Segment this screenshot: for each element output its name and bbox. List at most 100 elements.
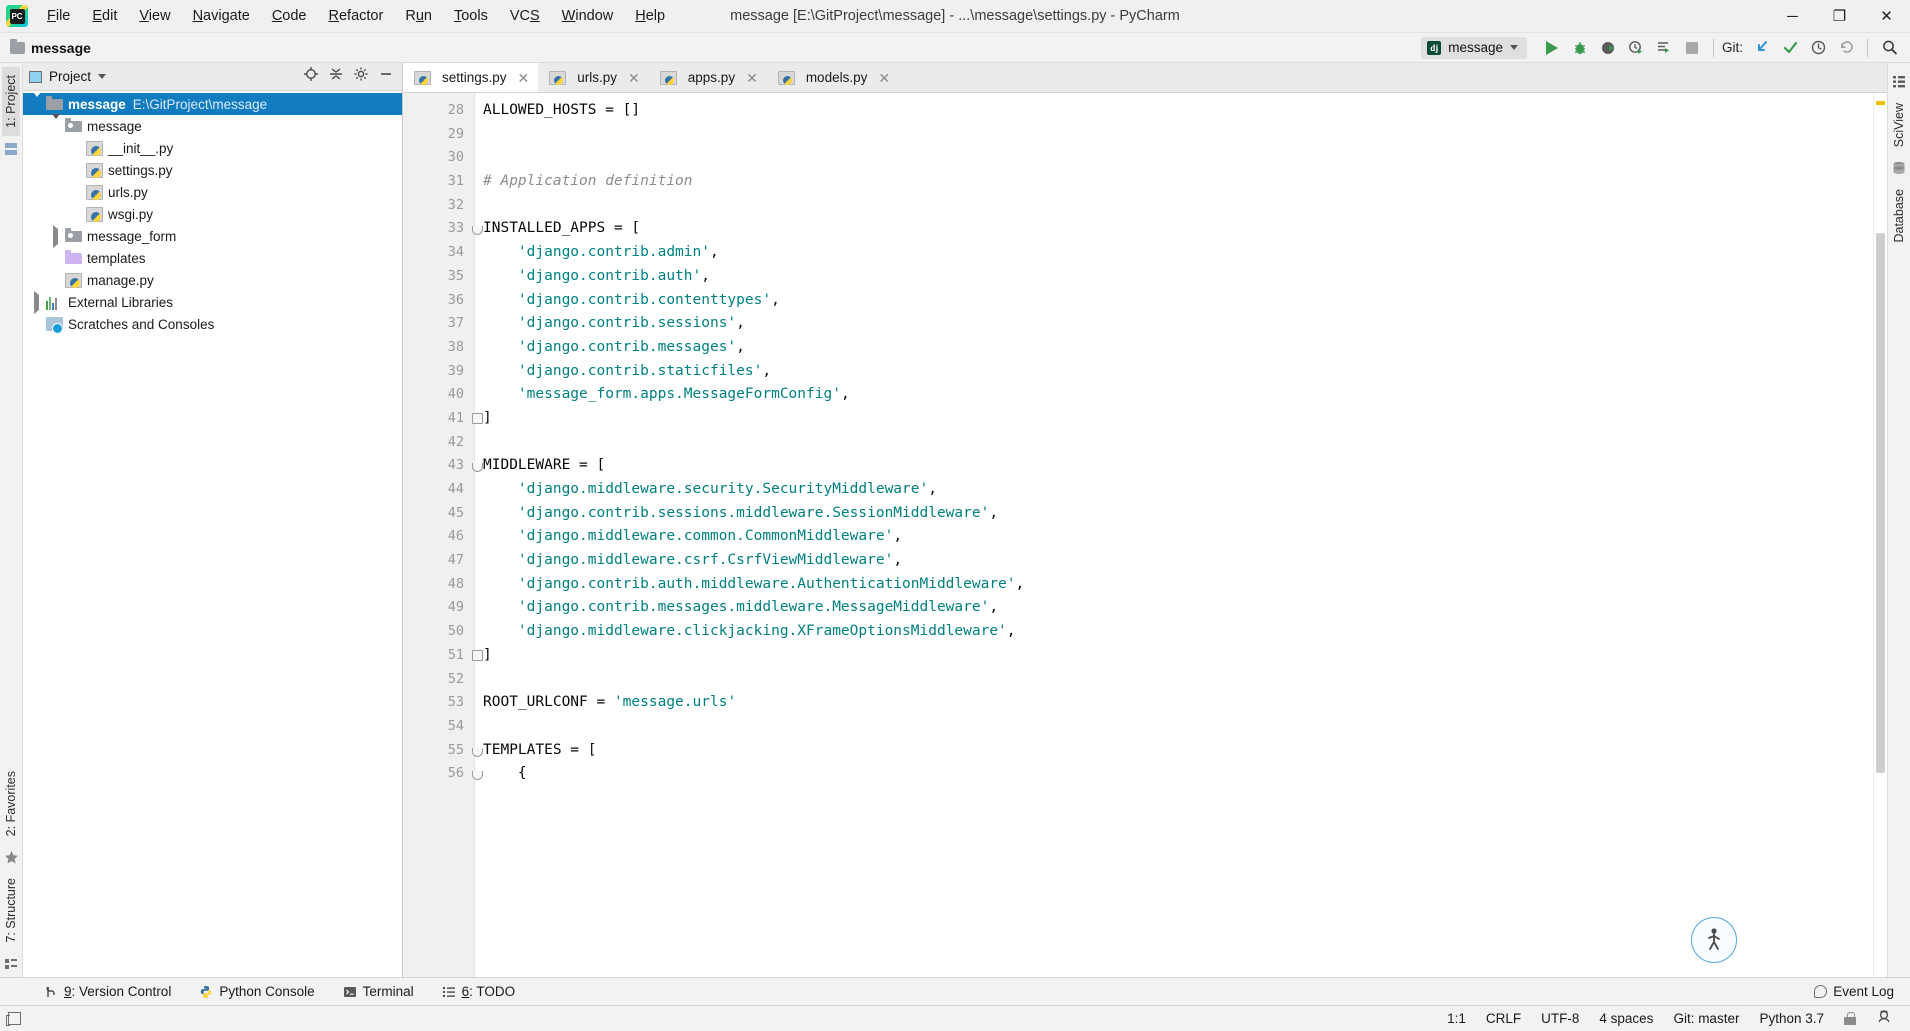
code-line[interactable]: 'django.contrib.sessions', <box>483 312 1873 336</box>
profile-button[interactable] <box>1623 36 1649 60</box>
commit-icon[interactable] <box>1777 36 1803 60</box>
sidebar-item-favorites[interactable]: 2: Favorites <box>2 763 20 844</box>
line-number[interactable]: 50 <box>403 620 474 644</box>
line-number[interactable]: 56 <box>403 762 483 786</box>
sidebar-item-database[interactable]: Database <box>1890 181 1908 251</box>
editor-scrollbar-thumb[interactable] <box>1876 233 1885 773</box>
event-log-button[interactable]: Event Log <box>1814 984 1910 999</box>
code-line[interactable]: INSTALLED_APPS = [ <box>483 217 1873 241</box>
menu-tools[interactable]: Tools <box>443 4 499 28</box>
line-number[interactable]: 31 <box>403 170 474 194</box>
code-line[interactable]: 'django.contrib.staticfiles', <box>483 360 1873 384</box>
menu-vcs[interactable]: VCS <box>499 4 551 28</box>
hector-icon[interactable] <box>1876 1009 1892 1028</box>
line-number[interactable]: 44 <box>403 478 474 502</box>
close-icon[interactable]: ✕ <box>628 71 640 85</box>
menu-view[interactable]: View <box>128 4 181 28</box>
code-line[interactable] <box>483 715 1873 739</box>
hide-panel-icon[interactable] <box>378 66 394 87</box>
code-line[interactable]: ROOT_URLCONF = 'message.urls' <box>483 691 1873 715</box>
tree-row-message-root[interactable]: message E:\GitProject\message <box>23 91 402 115</box>
menu-run[interactable]: Run <box>394 4 443 28</box>
line-number[interactable]: 41 <box>403 407 483 431</box>
run-button[interactable] <box>1539 36 1565 60</box>
sidebar-item-sciview[interactable]: SciView <box>1890 95 1908 155</box>
line-number[interactable]: 47 <box>403 549 474 573</box>
code-line[interactable]: 'django.contrib.contenttypes', <box>483 289 1873 313</box>
tree-row-message-form[interactable]: message_form <box>23 224 402 248</box>
indent-setting[interactable]: 4 spaces <box>1599 1011 1653 1026</box>
chevron-right-icon[interactable] <box>34 290 39 314</box>
python-interpreter[interactable]: Python 3.7 <box>1759 1011 1824 1026</box>
code-line[interactable]: 'django.contrib.admin', <box>483 241 1873 265</box>
chevron-down-icon[interactable] <box>52 113 60 134</box>
menu-bar[interactable]: File Edit View Navigate Code Refactor Ru… <box>36 4 676 28</box>
sidebar-item-project[interactable]: 1: Project <box>2 67 20 136</box>
tool-button-version-control[interactable]: 9: Version Control <box>30 981 185 1002</box>
line-number[interactable]: 42 <box>403 431 474 455</box>
code-line[interactable] <box>483 123 1873 147</box>
close-icon[interactable]: ✕ <box>746 71 758 85</box>
code-line[interactable] <box>483 668 1873 692</box>
line-number[interactable]: 34 <box>403 241 474 265</box>
line-number[interactable]: 54 <box>403 715 474 739</box>
line-number[interactable]: 51 <box>403 644 483 668</box>
menu-navigate[interactable]: Navigate <box>182 4 261 28</box>
history-icon[interactable] <box>1805 36 1831 60</box>
code-content[interactable]: ALLOWED_HOSTS = [] # Application definiti… <box>475 93 1873 977</box>
close-icon[interactable]: ✕ <box>878 71 890 85</box>
code-line[interactable]: # Application definition <box>483 170 1873 194</box>
line-number[interactable]: 52 <box>403 668 474 692</box>
line-number[interactable]: 35 <box>403 265 474 289</box>
line-number[interactable]: 32 <box>403 194 474 218</box>
maximize-button[interactable]: ❐ <box>1816 0 1863 33</box>
code-line[interactable]: 'message_form.apps.MessageFormConfig', <box>483 383 1873 407</box>
code-editor[interactable]: 28 29 30 31 32 33 34 35 36 37 38 39 40 41 42 43 44 45 46 47… <box>403 93 1887 977</box>
collapse-all-icon[interactable] <box>328 66 344 87</box>
line-number[interactable]: 39 <box>403 360 474 384</box>
tree-row-templates[interactable]: templates <box>23 247 402 269</box>
memory-indicator-icon[interactable] <box>6 1012 21 1026</box>
menu-refactor[interactable]: Refactor <box>318 4 395 28</box>
tool-button-todo[interactable]: 6: TODO <box>428 981 530 1002</box>
sidebar-item-structure[interactable]: 7: Structure <box>2 870 20 951</box>
project-tree[interactable]: message E:\GitProject\message message __… <box>23 91 402 977</box>
code-line[interactable]: ] <box>483 644 1873 668</box>
run-with-coverage-button[interactable] <box>1595 36 1621 60</box>
close-button[interactable]: ✕ <box>1863 0 1910 33</box>
tree-row-scratches[interactable]: Scratches and Consoles <box>23 313 402 335</box>
line-number[interactable]: 29 <box>403 123 474 147</box>
tree-row-external-libraries[interactable]: External Libraries <box>23 290 402 314</box>
chevron-right-icon[interactable] <box>53 224 58 248</box>
menu-code[interactable]: Code <box>261 4 318 28</box>
line-number[interactable]: 40 <box>403 383 474 407</box>
update-project-icon[interactable] <box>1749 36 1775 60</box>
menu-edit[interactable]: Edit <box>81 4 128 28</box>
line-number[interactable]: 55 <box>403 739 483 763</box>
close-icon[interactable]: ✕ <box>518 71 530 85</box>
line-number[interactable]: 48 <box>403 573 474 597</box>
tree-row-message-pkg[interactable]: message <box>23 113 402 137</box>
code-line[interactable]: 'django.middleware.clickjacking.XFrameOp… <box>483 620 1873 644</box>
line-number[interactable]: 43 <box>403 454 483 478</box>
tool-button-python-console[interactable]: Python Console <box>185 981 328 1002</box>
code-line[interactable]: 'django.contrib.auth', <box>483 265 1873 289</box>
line-number[interactable]: 36 <box>403 289 474 313</box>
run-with-console-button[interactable] <box>1651 36 1677 60</box>
code-line[interactable]: 'django.middleware.common.CommonMiddlewa… <box>483 525 1873 549</box>
menu-help[interactable]: Help <box>624 4 676 28</box>
stop-button[interactable] <box>1679 36 1705 60</box>
code-line[interactable] <box>483 194 1873 218</box>
tree-row-manage-py[interactable]: manage.py <box>23 269 402 291</box>
gear-icon[interactable] <box>353 66 369 87</box>
tab-urls-py[interactable]: urls.py ✕ <box>538 63 649 92</box>
breadcrumb[interactable]: message <box>10 38 91 56</box>
lock-icon[interactable] <box>1844 1012 1856 1025</box>
chevron-down-icon[interactable] <box>33 91 41 112</box>
line-number[interactable]: 45 <box>403 502 474 526</box>
running-man-icon[interactable] <box>1691 917 1737 963</box>
rollback-icon[interactable] <box>1833 36 1859 60</box>
locate-icon[interactable] <box>303 66 319 87</box>
tree-row-init-py[interactable]: __init__.py <box>23 137 402 159</box>
line-number[interactable]: 37 <box>403 312 474 336</box>
